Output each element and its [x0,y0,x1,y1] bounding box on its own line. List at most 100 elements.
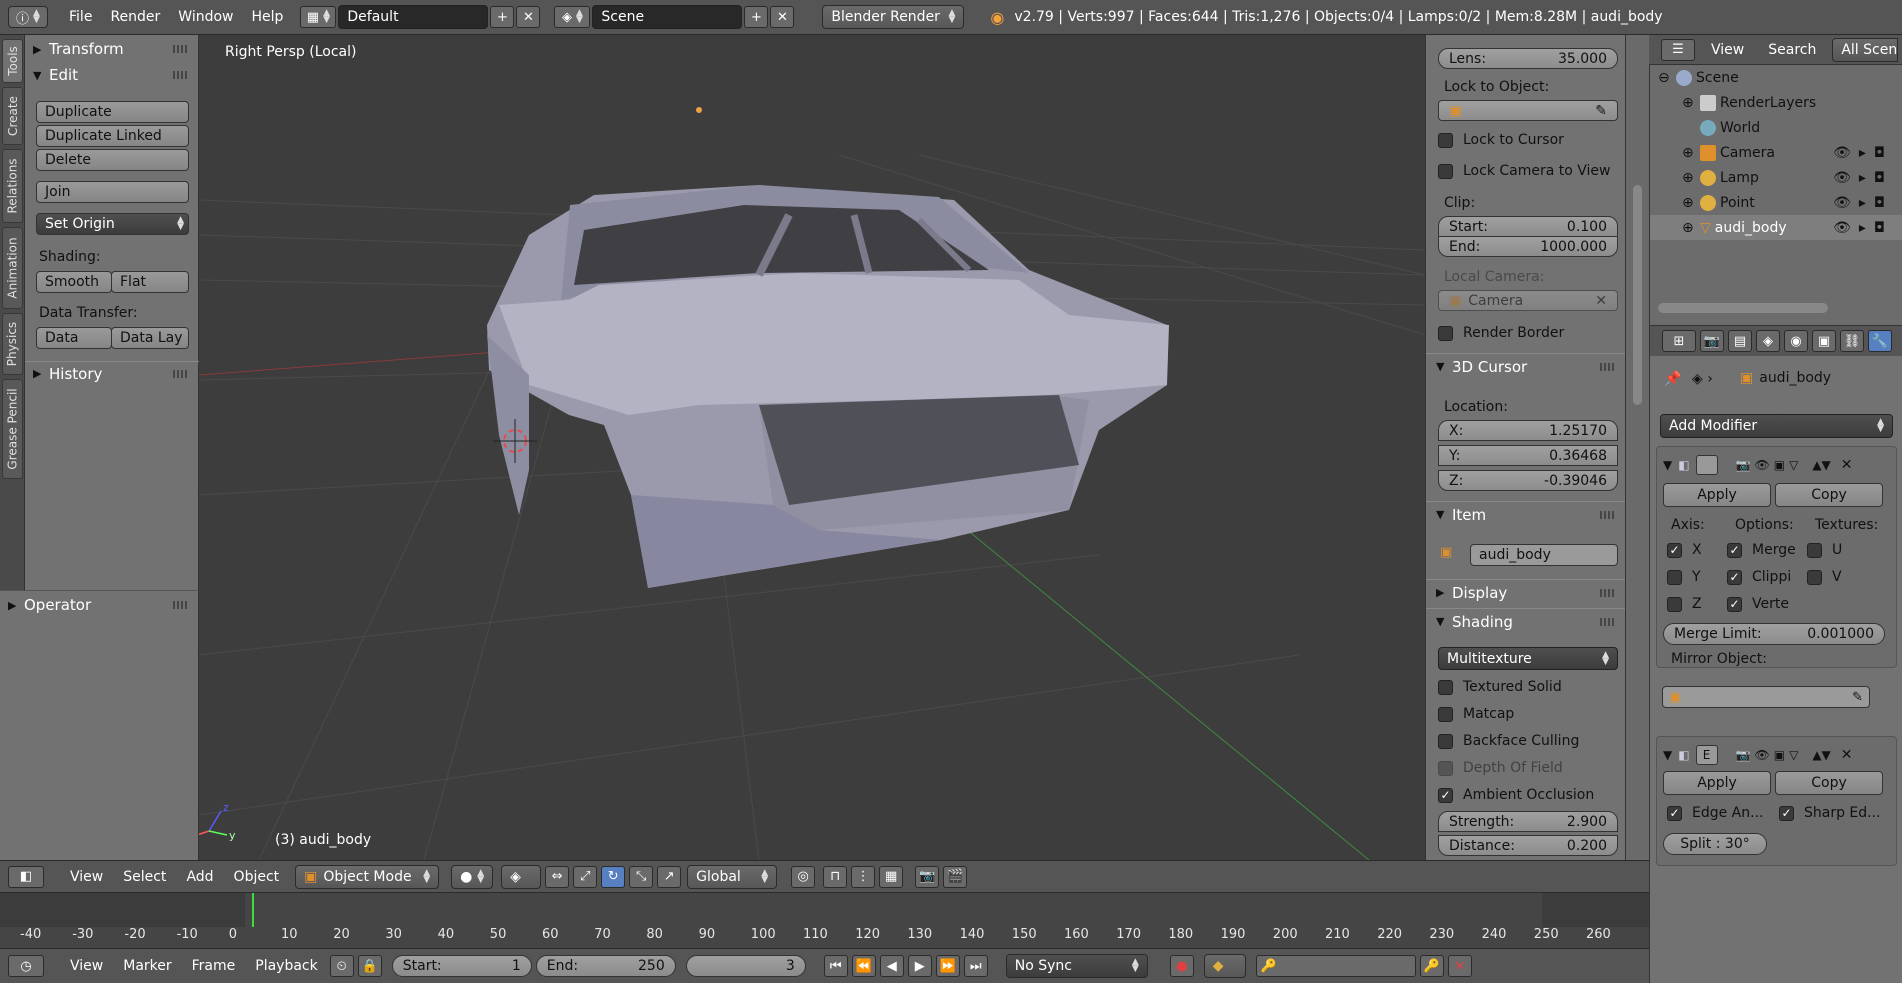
remove-modifier-icon[interactable]: ✕ [1841,747,1853,763]
matcap-checkbox[interactable]: Matcap [1438,706,1514,722]
menu-timeline-view[interactable]: View [62,958,111,974]
menu-render[interactable]: Render [101,6,169,28]
menu-playback[interactable]: Playback [247,958,325,974]
textured-solid-checkbox[interactable]: Textured Solid [1438,679,1562,695]
snap-magnet-icon[interactable]: ⊓ [823,865,848,888]
modifier-name-input[interactable]: E [1695,745,1718,765]
render-layers-tab-icon[interactable]: ▤ [1728,330,1752,352]
menu-file[interactable]: File [60,6,101,28]
outliner-row-camera[interactable]: ⊕ Camera 👁▸◘ [1650,140,1902,165]
visibility-toggle-icon[interactable]: 👁▸◘ [1833,220,1893,236]
modifiers-tab-icon[interactable]: 🔧 [1868,330,1892,352]
flat-button[interactable]: Flat [111,271,189,293]
menu-frame[interactable]: Frame [184,958,244,974]
merge-limit-field[interactable]: Merge Limit: 0.001000 [1663,623,1885,645]
item-panel-header[interactable]: ▼ Item [1426,501,1626,527]
mirror-apply-button[interactable]: Apply [1663,483,1771,507]
tab-grease-pencil[interactable]: Grease Pencil [2,379,23,479]
drag-grip-icon[interactable] [173,369,189,378]
n-panel-scrollbar[interactable] [1625,35,1649,860]
clear-icon[interactable]: ✕ [1595,293,1607,309]
insert-keyframe-icon[interactable]: 🔑 [1419,955,1444,977]
pin-icon[interactable]: 📌 [1664,371,1681,387]
transform-icon[interactable]: ↗ [657,865,682,888]
world-tab-icon[interactable]: ◉ [1784,330,1808,352]
end-frame-field[interactable]: End: 250 [535,955,676,977]
ao-distance-field[interactable]: Distance: 0.200 [1438,835,1618,856]
edge-split-apply-button[interactable]: Apply [1663,771,1771,795]
3d-viewport[interactable]: z y Right Persp (Local) (3) audi_body [199,35,1425,860]
shading-panel-header[interactable]: ▼ Shading [1426,608,1626,634]
data-layout-button[interactable]: Data Lay [111,327,189,349]
expand-toggle-icon[interactable]: ⊕ [1682,95,1696,111]
properties-editor-icon[interactable]: ⊞ [1662,330,1696,352]
mirror-copy-button[interactable]: Copy [1775,483,1883,507]
mirror-object-field[interactable]: ▣ ✎ [1662,686,1870,708]
operator-panel-header[interactable]: ▶ Operator [0,593,199,617]
outliner-row-audi-body[interactable]: ⊕ ▽ audi_body 👁▸◘ [1650,215,1902,240]
move-up-down-icon[interactable]: ▲▼ [1812,458,1830,472]
drag-grip-icon[interactable] [1600,362,1616,371]
jump-keyframe-back-icon[interactable]: ⏪ [851,955,876,977]
delete-button[interactable]: Delete [36,149,189,171]
current-frame-field[interactable]: 3 [685,955,806,977]
item-name-input[interactable]: audi_body [1470,544,1618,566]
tab-animation[interactable]: Animation [2,227,23,309]
visibility-toggle-icon[interactable]: 👁▸◘ [1833,170,1893,186]
render-border-checkbox[interactable]: Render Border [1438,325,1564,341]
collapse-triangle-icon[interactable]: ▼ [1663,748,1672,762]
render-engine-dropdown[interactable]: Blender Render ▲ ▼ [822,5,965,29]
outliner-view-menu[interactable]: View [1703,42,1752,58]
remove-modifier-icon[interactable]: ✕ [1841,457,1853,473]
lock-to-cursor-checkbox[interactable]: Lock to Cursor [1438,132,1564,148]
keying-set-field[interactable]: 🔑 [1255,955,1416,977]
pivot-point-dropdown[interactable]: ◈ [501,864,542,889]
eyedropper-icon[interactable]: ✎ [1852,690,1863,705]
viewport-shading-dropdown[interactable]: ● ▲ ▼ [451,864,494,889]
outliner-row-renderlayers[interactable]: ⊕ RenderLayers [1650,90,1902,115]
tab-physics[interactable]: Physics [2,313,23,375]
expand-toggle-icon[interactable]: ⊕ [1682,220,1696,236]
modifier-name-input[interactable] [1695,455,1718,475]
duplicate-button[interactable]: Duplicate [36,101,189,123]
play-icon[interactable]: ▶ [907,955,932,977]
constraints-tab-icon[interactable]: ⛓ [1840,330,1864,352]
info-editor-icon[interactable]: ⓘ ▲ ▼ [8,6,48,28]
render-tab-icon[interactable]: 📷 [1700,330,1724,352]
expand-toggle-icon[interactable]: ⊕ [1682,145,1696,161]
split-angle-field[interactable]: Split : 30° [1663,833,1767,855]
drag-grip-icon[interactable] [1600,510,1616,519]
viewport-canvas[interactable]: z y [199,35,1425,860]
lock-range-icon[interactable]: 🔒 [357,955,382,977]
scrollbar-thumb[interactable] [1633,185,1642,405]
mode-dropdown[interactable]: ▣ Object Mode ▲ ▼ [295,864,440,889]
remove-scene-icon[interactable]: ✕ [770,6,795,28]
menu-view[interactable]: View [62,869,111,885]
scale-icon[interactable]: ⤡ [629,865,654,888]
menu-object[interactable]: Object [226,869,288,885]
snap-element-icon[interactable]: ⋮ [851,865,876,888]
collapse-toggle-icon[interactable]: ⊖ [1658,70,1672,86]
proportional-edit-icon[interactable]: ◎ [791,865,816,888]
play-reverse-icon[interactable]: ◀ [879,955,904,977]
edge-angle-checkbox[interactable]: ✓ Edge An... [1667,805,1763,821]
menu-window[interactable]: Window [169,6,242,28]
eyedropper-icon[interactable]: ✎ [1595,103,1607,119]
delete-keyframe-icon[interactable]: ✕ [1447,955,1472,977]
rotate-icon[interactable]: ↻ [601,865,626,888]
outliner-row-point[interactable]: ⊕ Point 👁▸◘ [1650,190,1902,215]
layout-icon[interactable]: ▦ ▲ ▼ [300,6,337,28]
current-frame-indicator[interactable] [252,893,254,927]
menu-help[interactable]: Help [242,6,292,28]
lock-object-field[interactable]: ▣ ✎ [1438,100,1618,121]
display-panel-header[interactable]: ▶ Display [1426,579,1626,605]
manipulator-icon[interactable]: ⇔ [545,865,570,888]
cursor-z-field[interactable]: Z: -0.39046 [1438,470,1618,491]
move-up-down-icon[interactable]: ▲▼ [1812,748,1830,762]
timeline[interactable]: -40 -30 -20 -10 0 10 20 30 40 50 60 70 80 90 100 110 120… [0,892,1649,948]
drag-grip-icon[interactable] [173,45,189,53]
texture-v-checkbox[interactable]: V [1807,569,1842,585]
edge-split-copy-button[interactable]: Copy [1775,771,1883,795]
edit-panel-header[interactable]: ▼ Edit [25,63,199,87]
render-preview-icon[interactable]: 📷 [915,865,940,888]
